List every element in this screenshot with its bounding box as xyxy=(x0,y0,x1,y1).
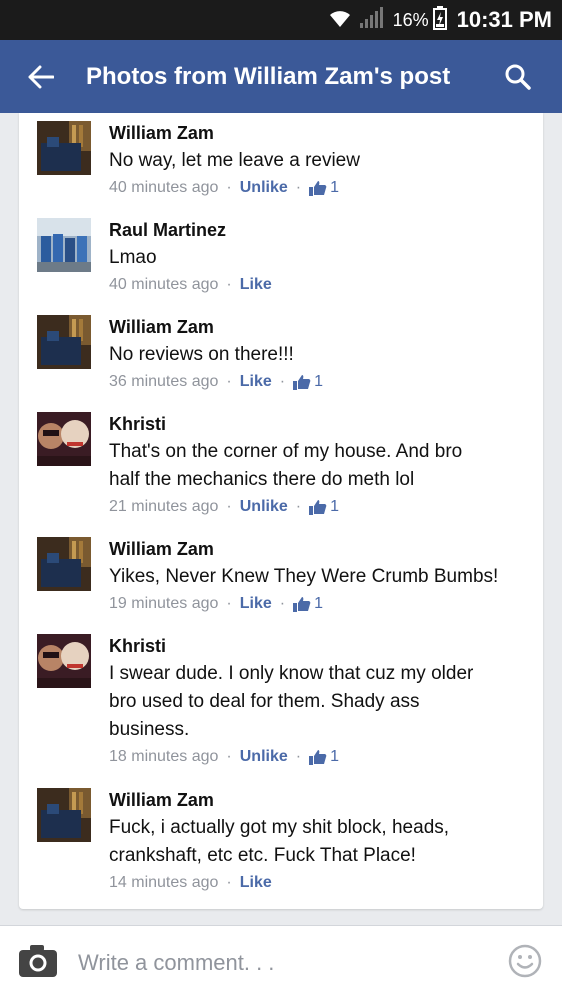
comment-text: Yikes, Never Knew They Were Crumb Bumbs! xyxy=(109,566,499,587)
like-count[interactable]: 1 xyxy=(293,591,323,617)
back-arrow-icon[interactable] xyxy=(28,63,56,91)
separator: · xyxy=(279,595,286,612)
like-count[interactable]: 1 xyxy=(293,369,323,395)
thumbs-up-icon xyxy=(309,181,327,196)
comment-body: William Zam No way, let me leave a revie… xyxy=(109,119,525,201)
comment-text: Fuck, i actually got my shit block, head… xyxy=(109,817,450,838)
like-count[interactable]: 1 xyxy=(309,744,339,770)
like-button[interactable]: Like xyxy=(240,272,272,298)
thumbs-up-icon xyxy=(309,500,327,515)
like-button[interactable]: Like xyxy=(240,591,272,617)
comment-author[interactable]: William Zam xyxy=(109,313,525,341)
comment-composer: Write a comment. . . xyxy=(0,925,562,1000)
separator: · xyxy=(226,874,232,891)
comment-time[interactable]: 21 minutes ago xyxy=(109,494,218,520)
like-count[interactable]: 1 xyxy=(309,494,339,520)
comment-body: William Zam Fuck, i actually got my shit… xyxy=(109,786,525,896)
separator: · xyxy=(226,276,232,293)
avatar[interactable] xyxy=(37,537,91,591)
avatar[interactable] xyxy=(37,121,91,175)
comment-body: Khristi I swear dude. I only know that c… xyxy=(109,632,525,770)
comment-input[interactable]: Write a comment. . . xyxy=(78,950,508,976)
smiley-icon[interactable] xyxy=(508,944,542,983)
like-count-value: 1 xyxy=(314,595,323,612)
battery-icon xyxy=(432,5,447,35)
like-count[interactable]: 1 xyxy=(309,175,339,201)
comment-author[interactable]: Khristi xyxy=(109,410,525,438)
separator: · xyxy=(295,748,302,765)
like-button[interactable]: Unlike xyxy=(240,494,288,520)
search-icon[interactable] xyxy=(504,63,532,91)
like-count-value: 1 xyxy=(314,373,323,390)
status-bar: 16% 10:31 PM xyxy=(0,0,562,40)
separator: · xyxy=(226,179,232,196)
comment-meta: 40 minutes ago · Like xyxy=(109,272,525,298)
comment-text: bro used to deal for them. Shady ass xyxy=(109,691,420,712)
comment-time[interactable]: 14 minutes ago xyxy=(109,870,218,896)
like-button[interactable]: Like xyxy=(240,870,272,896)
app-bar: Photos from William Zam's post xyxy=(0,40,562,113)
comment-text: No way, let me leave a review xyxy=(109,150,360,171)
comment-body: William Zam No reviews on there!!! 36 mi… xyxy=(109,313,525,395)
comment-meta: 19 minutes ago · Like · 1 xyxy=(109,591,525,617)
comment-time[interactable]: 18 minutes ago xyxy=(109,744,218,770)
comment-meta: 18 minutes ago · Unlike · 1 xyxy=(109,744,525,770)
separator: · xyxy=(279,373,286,390)
comment-text: I swear dude. I only know that cuz my ol… xyxy=(109,663,474,684)
camera-icon[interactable] xyxy=(18,944,58,983)
comment-author[interactable]: William Zam xyxy=(109,786,525,814)
signal-icon xyxy=(359,6,385,34)
thumbs-up-icon xyxy=(293,375,311,390)
like-count-value: 1 xyxy=(330,179,339,196)
separator: · xyxy=(226,498,232,515)
battery-percent: 16% xyxy=(392,9,429,30)
comment-text: crankshaft, etc etc. Fuck That Place! xyxy=(109,845,416,866)
avatar[interactable] xyxy=(37,634,91,688)
comment-author[interactable]: Khristi xyxy=(109,632,525,660)
avatar[interactable] xyxy=(37,788,91,842)
separator: · xyxy=(226,373,232,390)
comment-text: Lmao xyxy=(109,247,157,268)
thumbs-up-icon xyxy=(293,597,311,612)
comment-author[interactable]: Raul Martinez xyxy=(109,216,525,244)
avatar[interactable] xyxy=(37,218,91,272)
like-count-value: 1 xyxy=(330,498,339,515)
avatar[interactable] xyxy=(37,315,91,369)
comment-time[interactable]: 40 minutes ago xyxy=(109,175,218,201)
comment-meta: 21 minutes ago · Unlike · 1 xyxy=(109,494,525,520)
comment-text: business. xyxy=(109,719,190,740)
comment-time[interactable]: 40 minutes ago xyxy=(109,272,218,298)
comment-time[interactable]: 36 minutes ago xyxy=(109,369,218,395)
comment-text: half the mechanics there do meth lol xyxy=(109,469,415,490)
separator: · xyxy=(226,748,232,765)
like-button[interactable]: Unlike xyxy=(240,744,288,770)
comment-body: Khristi That's on the corner of my house… xyxy=(109,410,525,520)
page-title: Photos from William Zam's post xyxy=(86,62,451,90)
like-button[interactable]: Like xyxy=(240,369,272,395)
separator: · xyxy=(226,595,232,612)
thumbs-up-icon xyxy=(309,750,327,765)
comment-body: William Zam Yikes, Never Knew They Were … xyxy=(109,535,525,617)
comment-text: No reviews on there!!! xyxy=(109,344,294,365)
comment-text: That's on the corner of my house. And br… xyxy=(109,441,463,462)
separator: · xyxy=(295,498,302,515)
wifi-icon xyxy=(327,8,353,33)
comment-body: Raul Martinez Lmao 40 minutes ago · Like xyxy=(109,216,525,298)
like-button[interactable]: Unlike xyxy=(240,175,288,201)
separator: · xyxy=(295,179,302,196)
comments-card: William Zam No way, let me leave a revie… xyxy=(19,113,543,909)
avatar[interactable] xyxy=(37,412,91,466)
comment-meta: 14 minutes ago · Like xyxy=(109,870,525,896)
comment-meta: 40 minutes ago · Unlike · 1 xyxy=(109,175,525,201)
like-count-value: 1 xyxy=(330,748,339,765)
comment-author[interactable]: William Zam xyxy=(109,119,525,147)
comment-meta: 36 minutes ago · Like · 1 xyxy=(109,369,525,395)
comment-author[interactable]: William Zam xyxy=(109,535,525,563)
status-clock: 10:31 PM xyxy=(456,7,552,32)
comment-time[interactable]: 19 minutes ago xyxy=(109,591,218,617)
